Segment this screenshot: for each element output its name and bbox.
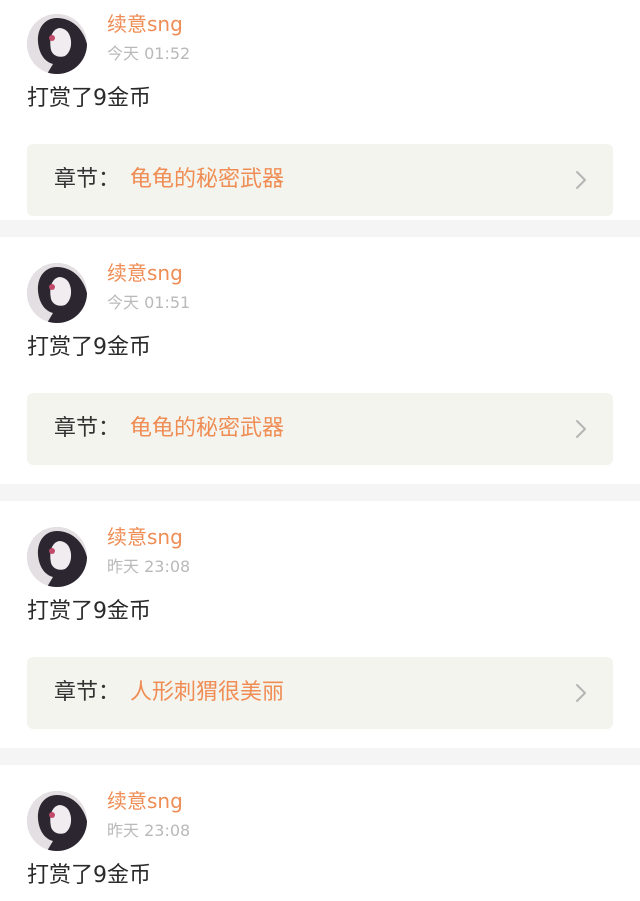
reward-item: 续意sng 昨天 23:08 打赏了9金币 章节： 人形刺猬很美丽 <box>0 501 640 748</box>
timestamp: 昨天 23:08 <box>107 821 191 840</box>
reward-feed: 续意sng 今天 01:52 打赏了9金币 章节： 龟龟的秘密武器 续意sng … <box>0 0 640 901</box>
reward-item: 续意sng 今天 01:51 打赏了9金币 章节： 龟龟的秘密武器 <box>0 237 640 484</box>
chevron-right-icon <box>576 684 586 702</box>
chapter-title: 龟龟的秘密武器 <box>130 167 285 192</box>
chapter-label: 章节： <box>54 167 121 192</box>
username[interactable]: 续意sng <box>107 525 183 549</box>
reward-text: 打赏了9金币 <box>27 86 151 111</box>
chapter-link[interactable]: 章节： 龟龟的秘密武器 <box>27 144 613 216</box>
reward-text: 打赏了9金币 <box>27 863 151 888</box>
chapter-link[interactable]: 章节： 龟龟的秘密武器 <box>27 393 613 465</box>
avatar[interactable] <box>27 14 87 74</box>
chapter-title: 龟龟的秘密武器 <box>130 416 285 441</box>
username[interactable]: 续意sng <box>107 12 183 36</box>
reward-text: 打赏了9金币 <box>27 335 151 360</box>
chapter-link[interactable]: 章节： 人形刺猬很美丽 <box>27 657 613 729</box>
avatar[interactable] <box>27 263 87 323</box>
reward-item: 续意sng 昨天 23:08 打赏了9金币 <box>0 765 640 901</box>
chevron-right-icon <box>576 420 586 438</box>
timestamp: 昨天 23:08 <box>107 557 191 576</box>
reward-item: 续意sng 今天 01:52 打赏了9金币 章节： 龟龟的秘密武器 <box>0 0 640 220</box>
chapter-label: 章节： <box>54 680 121 705</box>
timestamp: 今天 01:51 <box>107 293 191 312</box>
username[interactable]: 续意sng <box>107 261 183 285</box>
reward-text: 打赏了9金币 <box>27 599 151 624</box>
chapter-label: 章节： <box>54 416 121 441</box>
timestamp: 今天 01:52 <box>107 44 191 63</box>
avatar[interactable] <box>27 527 87 587</box>
username[interactable]: 续意sng <box>107 789 183 813</box>
chevron-right-icon <box>576 171 586 189</box>
avatar[interactable] <box>27 791 87 851</box>
chapter-title: 人形刺猬很美丽 <box>130 680 285 705</box>
